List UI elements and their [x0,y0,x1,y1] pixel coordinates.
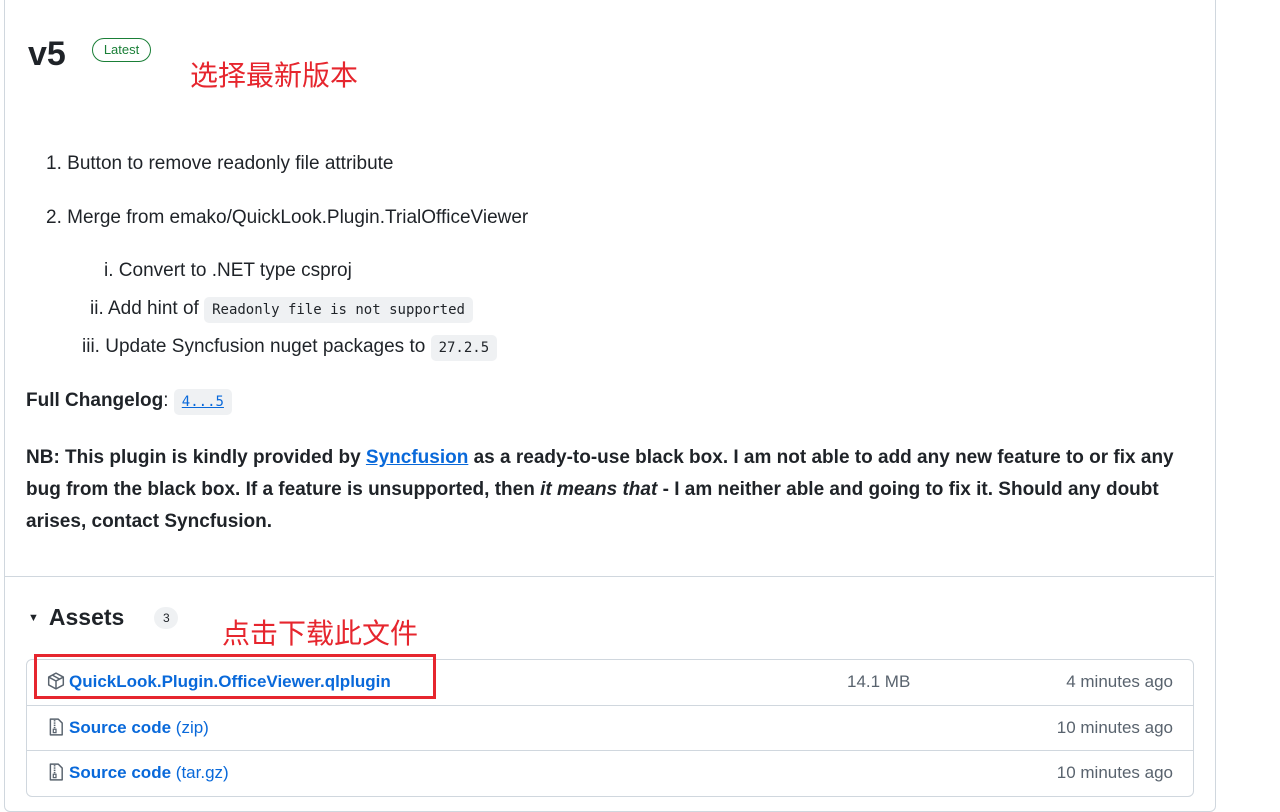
source-code-targz-link[interactable]: Source code (tar.gz) [69,763,229,783]
full-changelog: Full Changelog: 4...5 [26,389,232,415]
asset-time: 10 minutes ago [1056,718,1173,737]
assets-title: Assets [48,604,125,630]
latest-badge: Latest [91,38,152,62]
sub-list-item: i. Convert to .NET type csproj [104,260,352,281]
annotation-highlight-box [34,654,436,699]
sub-list-item: iii. Update Syncfusion nuget packages to… [82,335,498,361]
syncfusion-link[interactable]: Syncfusion [366,447,468,468]
annotation-click-download: 点击下载此文件 [222,617,419,650]
inline-code: 27.2.5 [430,335,498,361]
sub-list-item: ii. Add hint of Readonly file is not sup… [90,297,473,323]
section-divider [4,576,1214,577]
assets-count-badge: 3 [154,606,179,629]
annotation-select-latest: 选择最新版本 [190,59,359,92]
asset-row: Source code (zip) 10 minutes ago [27,705,1193,750]
asset-time: 10 minutes ago [1056,763,1173,782]
changelog-label: Full Changelog [26,390,164,411]
assets-toggle[interactable]: ▼ Assets 3 [28,604,179,631]
caret-down-icon: ▼ [28,611,39,624]
list-item: 2. Merge from emako/QuickLook.Plugin.Tri… [46,207,529,228]
changelog-compare-link[interactable]: 4...5 [173,389,232,415]
asset-time: 4 minutes ago [1066,672,1173,691]
list-item: 1. Button to remove readonly file attrib… [46,153,394,174]
file-zip-icon [49,763,63,781]
asset-row: Source code (tar.gz) 10 minutes ago [27,750,1193,795]
nb-paragraph: NB: This plugin is kindly provided by Sy… [26,447,1174,532]
release-header: v5 Latest [28,34,152,74]
file-zip-icon [49,718,63,736]
inline-code: Readonly file is not supported [204,297,473,323]
release-title[interactable]: v5 [28,34,66,74]
asset-size: 14.1 MB [847,672,911,691]
source-code-zip-link[interactable]: Source code (zip) [69,718,209,738]
